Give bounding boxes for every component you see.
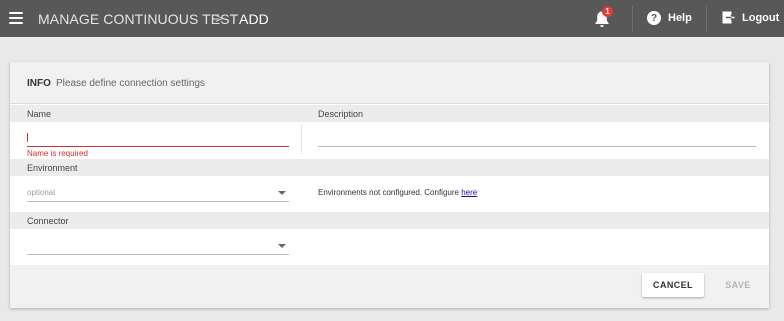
connection-settings-card: INFO Please define connection settings N… — [10, 62, 769, 308]
logout-icon — [722, 11, 735, 24]
environment-label: Environment — [27, 163, 78, 173]
environment-label-row: Environment — [10, 159, 769, 176]
environment-message: Environments not configured. Configure h… — [318, 188, 477, 197]
connector-label-row: Connector — [10, 212, 769, 229]
connector-underline — [27, 254, 289, 255]
name-description-label-row: Name Description — [10, 105, 769, 122]
section-title: INFO — [27, 78, 51, 89]
hamburger-menu-icon[interactable] — [9, 12, 23, 24]
connector-select[interactable] — [27, 235, 289, 255]
breadcrumb-current: ADD — [239, 11, 269, 27]
configure-here-link[interactable]: here — [461, 188, 477, 197]
help-circle-icon: ? — [647, 11, 661, 25]
connector-label: Connector — [27, 216, 69, 226]
top-app-bar: MANAGE CONTINUOUS TEST > ADD 1 ? Help Lo… — [0, 0, 784, 37]
chevron-down-icon — [278, 244, 286, 248]
column-divider — [301, 124, 302, 154]
chevron-down-icon — [278, 191, 286, 195]
description-label: Description — [318, 109, 364, 119]
environment-select[interactable]: optional — [27, 182, 289, 202]
divider — [706, 6, 707, 32]
description-underline — [318, 146, 756, 147]
name-label: Name — [27, 109, 52, 119]
card-header: INFO Please define connection settings — [10, 62, 769, 104]
breadcrumb-separator: > — [215, 10, 224, 26]
logout-label: Logout — [742, 11, 780, 24]
breadcrumb-parent[interactable]: MANAGE CONTINUOUS TEST — [38, 11, 238, 27]
logout-button[interactable]: Logout — [722, 11, 779, 24]
environment-underline — [27, 201, 289, 202]
help-button[interactable]: ? Help — [647, 11, 692, 25]
name-input[interactable] — [27, 128, 289, 148]
environment-row: optional Environments not configured. Co… — [10, 176, 769, 212]
text-caret — [27, 133, 28, 142]
name-error-text: Name is required — [27, 149, 88, 158]
divider — [632, 6, 633, 32]
environment-placeholder: optional — [27, 188, 56, 197]
section-subtitle: Please define connection settings — [56, 78, 205, 89]
save-button[interactable]: SAVE — [716, 273, 760, 297]
description-input[interactable] — [318, 128, 756, 148]
environment-message-text: Environments not configured. Configure — [318, 188, 459, 197]
cancel-button[interactable]: CANCEL — [642, 273, 704, 297]
connector-row — [10, 229, 769, 265]
name-description-row: Name is required — [10, 122, 769, 158]
help-label: Help — [668, 12, 692, 24]
notification-badge: 1 — [602, 6, 613, 17]
name-underline — [27, 146, 289, 147]
